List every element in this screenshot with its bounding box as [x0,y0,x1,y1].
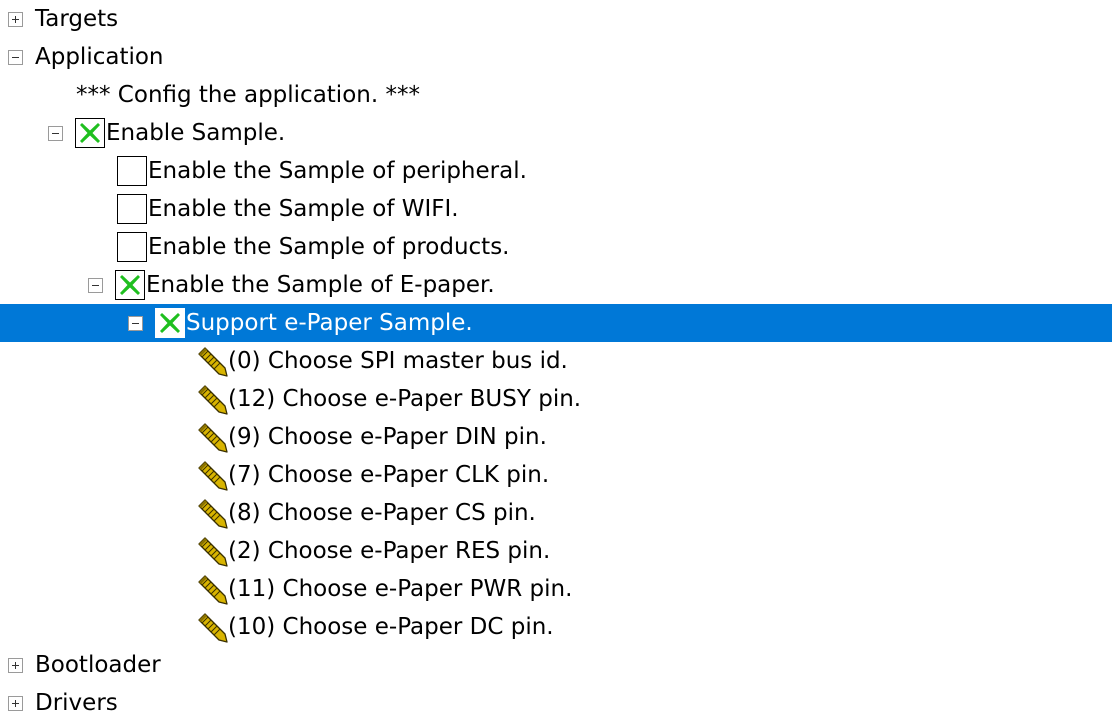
expand-icon[interactable] [8,11,23,27]
expand-icon[interactable] [8,695,23,711]
collapse-icon[interactable] [8,49,23,65]
tree-item-application[interactable]: Application [0,38,1112,76]
products-checkbox[interactable] [117,232,147,262]
tree-item-sample-products[interactable]: Enable the Sample of products. [0,228,1112,266]
tree-item-bootloader[interactable]: Bootloader [0,646,1112,684]
option-label: (11) Choose e-Paper PWR pin. [228,576,573,602]
option-label: (8) Choose e-Paper CS pin. [228,500,536,526]
option-label: (12) Choose e-Paper BUSY pin. [228,386,582,412]
tree-item-support-epaper[interactable]: Support e-Paper Sample. [0,304,1112,342]
tree-item-label: Support e-Paper Sample. [186,310,473,336]
collapse-icon[interactable] [128,315,143,331]
tree-item-targets[interactable]: Targets [0,0,1112,38]
peripheral-checkbox[interactable] [117,156,147,186]
option-label: (2) Choose e-Paper RES pin. [228,538,551,564]
support-epaper-checkbox[interactable] [155,308,185,338]
tree-item-label: Enable the Sample of WIFI. [148,196,459,222]
tree-item-config-comment[interactable]: *** Config the application. *** [0,76,1112,114]
option-label: (0) Choose SPI master bus id. [228,348,568,374]
enable-sample-checkbox[interactable] [75,118,105,148]
option-label: (7) Choose e-Paper CLK pin. [228,462,550,488]
tree-item-label: Enable the Sample of peripheral. [148,158,527,184]
config-tree: Targets Application *** Config the appli… [0,0,1112,719]
tree-item-label: Enable the Sample of E-paper. [146,272,495,298]
tree-item-enable-sample[interactable]: Enable Sample. [0,114,1112,152]
pencil-icon [196,421,228,453]
expand-icon[interactable] [8,657,23,673]
pencil-icon [196,497,228,529]
collapse-icon[interactable] [48,125,63,141]
tree-item-sample-peripheral[interactable]: Enable the Sample of peripheral. [0,152,1112,190]
pencil-icon [196,383,228,415]
pencil-icon [196,573,228,605]
tree-item-label: Enable the Sample of products. [148,234,510,260]
option-label: (9) Choose e-Paper DIN pin. [228,424,547,450]
tree-item-label: Drivers [35,690,118,716]
tree-item-label: Application [35,44,164,70]
tree-item-sample-epaper[interactable]: Enable the Sample of E-paper. [0,266,1112,304]
pencil-icon [196,459,228,491]
tree-item-option[interactable]: (9) Choose e-Paper DIN pin. [0,418,1112,456]
green-x-check-icon [160,313,180,333]
tree-item-drivers[interactable]: Drivers [0,684,1112,719]
collapse-icon[interactable] [88,277,103,293]
tree-item-label: Enable Sample. [106,120,286,146]
tree-item-option[interactable]: (8) Choose e-Paper CS pin. [0,494,1112,532]
tree-item-label: Bootloader [35,652,161,678]
wifi-checkbox[interactable] [117,194,147,224]
pencil-icon [196,611,228,643]
tree-item-label: Targets [35,6,119,32]
tree-item-option[interactable]: (12) Choose e-Paper BUSY pin. [0,380,1112,418]
epaper-checkbox[interactable] [115,270,145,300]
tree-item-sample-wifi[interactable]: Enable the Sample of WIFI. [0,190,1112,228]
tree-item-option[interactable]: (2) Choose e-Paper RES pin. [0,532,1112,570]
comment-label: *** Config the application. *** [76,82,420,108]
tree-item-option[interactable]: (10) Choose e-Paper DC pin. [0,608,1112,646]
tree-item-option[interactable]: (7) Choose e-Paper CLK pin. [0,456,1112,494]
green-x-check-icon [120,275,140,295]
pencil-icon [196,535,228,567]
tree-item-option[interactable]: (11) Choose e-Paper PWR pin. [0,570,1112,608]
tree-item-option[interactable]: (0) Choose SPI master bus id. [0,342,1112,380]
option-label: (10) Choose e-Paper DC pin. [228,614,554,640]
green-x-check-icon [80,123,100,143]
pencil-icon [196,345,228,377]
